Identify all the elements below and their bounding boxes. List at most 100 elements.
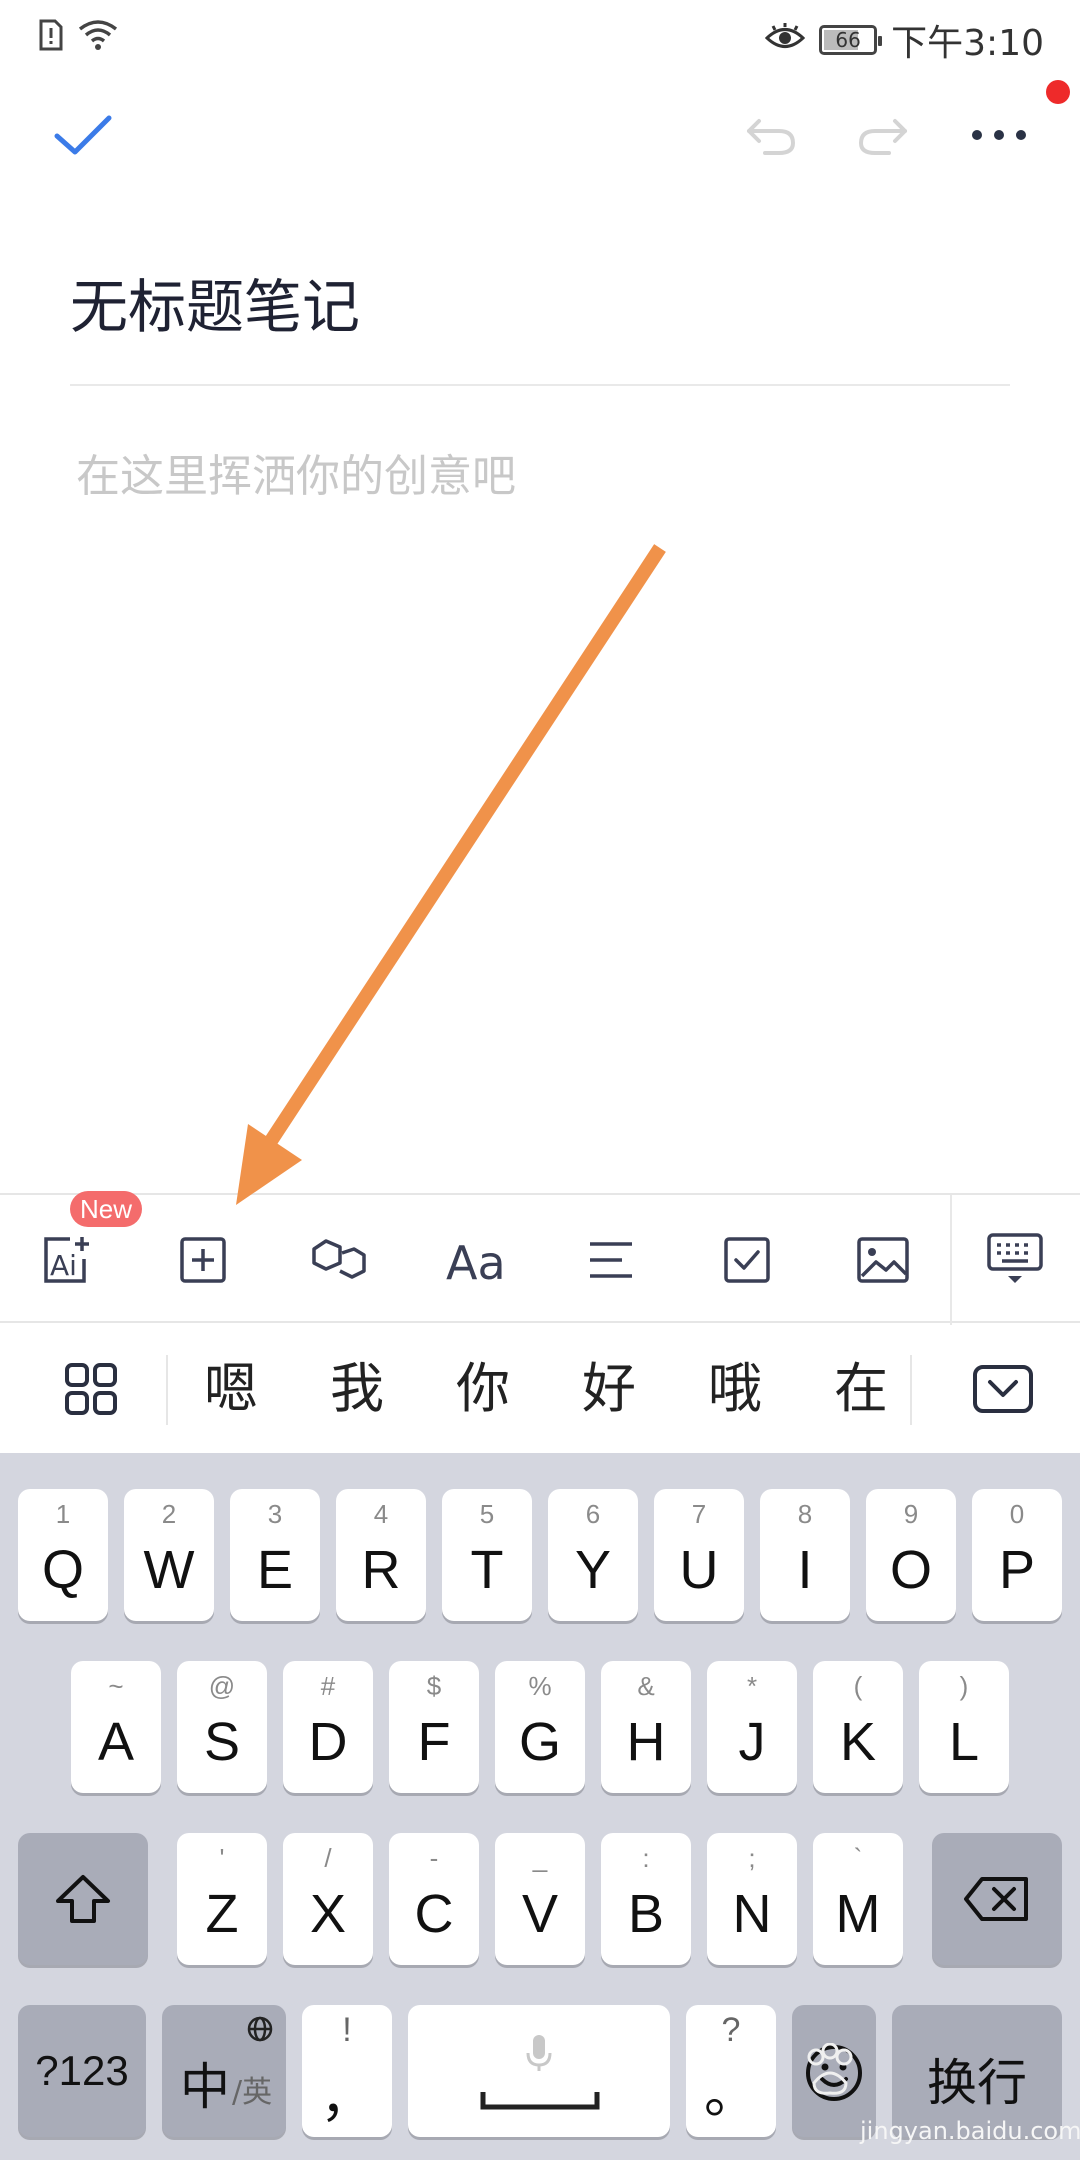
key-label: Q (41, 1540, 84, 1600)
done-check-icon[interactable] (48, 100, 118, 170)
key-q[interactable]: 1Q (18, 1489, 108, 1621)
ai-assistant-button[interactable]: Ai New (12, 1191, 143, 1325)
language-switch-key[interactable]: 中 /英 (162, 2005, 286, 2137)
key-label: A (97, 1712, 135, 1772)
key-label: G (518, 1712, 561, 1772)
ime-menu-grid-icon[interactable] (36, 1325, 146, 1453)
key-k[interactable]: (K (813, 1661, 903, 1793)
more-options-icon[interactable] (964, 100, 1034, 170)
key-label: 中 (180, 2058, 230, 2116)
key-label: ?123 (35, 2047, 129, 2094)
key-label: C (414, 1884, 454, 1944)
align-icon[interactable] (556, 1195, 666, 1325)
key-hint: : (642, 1843, 650, 1873)
space-key[interactable] (408, 2005, 670, 2137)
link-icon[interactable] (284, 1195, 394, 1325)
key-m[interactable]: ` M (813, 1833, 903, 1965)
key-label: H (626, 1712, 666, 1772)
key-l[interactable]: ) L (919, 1661, 1009, 1793)
key-hint: 0 (1009, 1499, 1025, 1529)
note-title[interactable]: 无标题笔记 (70, 260, 360, 344)
key-i[interactable]: 8I (760, 1489, 850, 1621)
candidate-word[interactable]: 在 (806, 1325, 916, 1453)
key-hint: ? (721, 2011, 741, 2049)
candidate-word[interactable]: 哦 (680, 1325, 790, 1453)
key-label: V (521, 1884, 559, 1944)
key-hint: 8 (797, 1499, 813, 1529)
key-hint: ; (748, 1843, 756, 1873)
key-t[interactable]: 5T (442, 1489, 532, 1621)
key-f[interactable]: $ F (389, 1661, 479, 1793)
key-y[interactable]: 6Y (548, 1489, 638, 1621)
insert-block-button[interactable] (148, 1195, 258, 1325)
key-label: T (470, 1540, 504, 1600)
hide-keyboard-icon[interactable] (960, 1195, 1070, 1325)
status-time: 下午3:10 (891, 23, 1044, 64)
key-hint: * (746, 1671, 758, 1701)
undo-icon[interactable] (736, 100, 806, 170)
key-g[interactable]: % G (495, 1661, 585, 1793)
backspace-key[interactable] (932, 1833, 1062, 1965)
key-r[interactable]: 4R (336, 1489, 426, 1621)
key-hint: 7 (691, 1499, 707, 1529)
key-z[interactable]: ' Z (177, 1833, 267, 1965)
key-label: K (839, 1712, 877, 1772)
key-hint: $ (426, 1671, 442, 1701)
key-label: ， (320, 2066, 374, 2129)
number-symbols-key[interactable]: ?123 (18, 2005, 146, 2137)
punctuation-key[interactable]: ! ， (302, 2005, 392, 2137)
key-d[interactable]: # D (283, 1661, 373, 1793)
soft-keyboard: 1Q 2W 3E 4R 5T 6Y 7U 8I 9O 0P ~ A @ S # D $… (0, 1453, 1080, 2160)
key-label: D (308, 1712, 348, 1772)
key-b[interactable]: :B (601, 1833, 691, 1965)
expand-candidates-icon[interactable] (948, 1325, 1058, 1453)
redo-icon[interactable] (848, 100, 918, 170)
emoji-key[interactable] (792, 2005, 876, 2137)
key-label: 。 (704, 2062, 758, 2125)
key-hint: 5 (479, 1499, 495, 1529)
candidate-word[interactable]: 好 (554, 1325, 664, 1453)
key-label: I (797, 1540, 813, 1600)
key-p[interactable]: 0P (972, 1489, 1062, 1621)
shift-key[interactable] (18, 1833, 148, 1965)
key-h[interactable]: & H (601, 1661, 691, 1793)
key-hint: % (528, 1671, 552, 1701)
key-x[interactable]: / X (283, 1833, 373, 1965)
key-label: N (732, 1884, 772, 1944)
period-key[interactable]: ? 。 (686, 2005, 776, 2137)
checklist-icon[interactable] (692, 1195, 802, 1325)
note-body-input[interactable]: 在这里挥洒你的创意吧 (76, 440, 516, 504)
key-a[interactable]: ~ A (71, 1661, 161, 1793)
key-hint: 4 (373, 1499, 389, 1529)
space-bar-icon (480, 2092, 600, 2110)
key-hint: # (320, 1671, 336, 1701)
key-u[interactable]: 7U (654, 1489, 744, 1621)
key-sublabel: /英 (232, 2075, 273, 2110)
key-v[interactable]: _ V (495, 1833, 585, 1965)
key-hint: ) (959, 1671, 969, 1701)
key-e[interactable]: 3E (230, 1489, 320, 1621)
smiley-icon (806, 2045, 862, 2101)
globe-icon (247, 2016, 273, 2042)
key-n[interactable]: ; N (707, 1833, 797, 1965)
key-c[interactable]: -C (389, 1833, 479, 1965)
candidate-word[interactable]: 你 (428, 1325, 538, 1453)
text-style-icon[interactable]: Aa (420, 1195, 530, 1325)
image-icon[interactable] (828, 1195, 938, 1325)
key-s[interactable]: @ S (177, 1661, 267, 1793)
key-label: 换行 (927, 2054, 1027, 2112)
notification-dot (1046, 80, 1070, 104)
candidate-word[interactable]: 嗯 (176, 1325, 286, 1453)
key-w[interactable]: 2W (124, 1489, 214, 1621)
key-hint: ! (342, 2011, 352, 2049)
key-hint: 6 (585, 1499, 601, 1529)
key-hint: - (429, 1843, 439, 1873)
key-o[interactable]: 9O (866, 1489, 956, 1621)
editor-toolbar (0, 90, 1080, 180)
key-hint: 2 (161, 1499, 177, 1529)
key-j[interactable]: * J (707, 1661, 797, 1793)
candidate-word[interactable]: 我 (302, 1325, 412, 1453)
key-label: P (998, 1540, 1036, 1600)
enter-key[interactable]: 换行 (892, 2005, 1062, 2137)
key-hint: ' (219, 1843, 225, 1873)
